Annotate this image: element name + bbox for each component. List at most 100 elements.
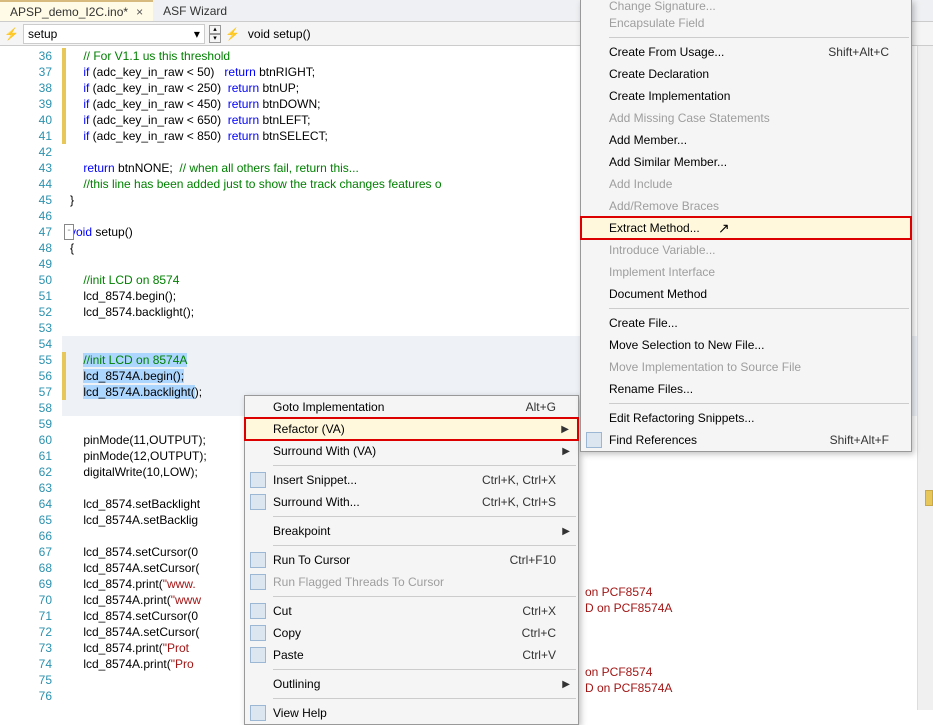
line-number: 74 xyxy=(0,656,52,672)
menu-shortcut: Ctrl+K, Ctrl+S xyxy=(452,495,556,509)
cut-icon xyxy=(250,603,266,619)
menu-item-introduce-variable: Introduce Variable... xyxy=(581,239,911,261)
line-number: 66 xyxy=(0,528,52,544)
line-number: 49 xyxy=(0,256,52,272)
menu-item-rename-files[interactable]: Rename Files... xyxy=(581,378,911,400)
menu-shortcut: Ctrl+V xyxy=(492,648,556,662)
line-number: 58 xyxy=(0,400,52,416)
menu-separator xyxy=(273,545,576,546)
menu-item-move-selection-to-new-file[interactable]: Move Selection to New File... xyxy=(581,334,911,356)
menu-shortcut: Ctrl+C xyxy=(492,626,556,640)
change-marker xyxy=(62,48,66,64)
menu-item-label: Run To Cursor xyxy=(273,553,350,567)
menu-item-insert-snippet[interactable]: Insert Snippet...Ctrl+K, Ctrl+X xyxy=(245,469,578,491)
menu-separator xyxy=(273,516,576,517)
line-number: 70 xyxy=(0,592,52,608)
line-number: 51 xyxy=(0,288,52,304)
line-number: 45 xyxy=(0,192,52,208)
menu-item-label: Surround With... xyxy=(273,495,360,509)
menu-item-add-similar-member[interactable]: Add Similar Member... xyxy=(581,151,911,173)
find-ref-icon xyxy=(586,432,602,448)
copy-icon xyxy=(250,625,266,641)
menu-item-extract-method[interactable]: Extract Method...↖ xyxy=(581,217,911,239)
change-marker xyxy=(62,64,66,80)
menu-item-label: Refactor (VA) xyxy=(273,422,345,436)
menu-separator xyxy=(273,669,576,670)
line-number: 57 xyxy=(0,384,52,400)
change-marker xyxy=(62,352,66,368)
menu-item-refactor-va[interactable]: Refactor (VA) ▶ xyxy=(245,418,578,440)
line-number: 39 xyxy=(0,96,52,112)
close-icon[interactable]: × xyxy=(136,5,143,19)
scope-icon: ⚡ xyxy=(4,27,19,41)
menu-item-create-from-usage[interactable]: Create From Usage...Shift+Alt+C xyxy=(581,41,911,63)
snippet-icon xyxy=(250,472,266,488)
menu-item-label: Edit Refactoring Snippets... xyxy=(609,411,754,425)
menu-item-outlining[interactable]: Outlining▶ xyxy=(245,673,578,695)
change-marker xyxy=(62,80,66,96)
submenu-arrow-icon: ▶ xyxy=(561,424,569,435)
menu-item-label: Find References xyxy=(609,433,697,447)
menu-item-create-file[interactable]: Create File... xyxy=(581,312,911,334)
menu-item-paste[interactable]: Paste Ctrl+V xyxy=(245,644,578,666)
menu-item-find-references[interactable]: Find ReferencesShift+Alt+F xyxy=(581,429,911,451)
tab-asf-wizard[interactable]: ASF Wizard xyxy=(153,0,237,21)
scope-dropdown[interactable]: setup ▾ xyxy=(23,24,205,44)
menu-item-label: Create From Usage... xyxy=(609,45,724,59)
line-number: 59 xyxy=(0,416,52,432)
tab-file-active[interactable]: APSP_demo_I2C.ino* × xyxy=(0,0,153,21)
scope-label: setup xyxy=(28,27,57,41)
menu-item-cut[interactable]: CutCtrl+X xyxy=(245,600,578,622)
menu-shortcut: Ctrl+F10 xyxy=(480,553,556,567)
menu-item-run-flagged-threads-to-cursor: Run Flagged Threads To Cursor xyxy=(245,571,578,593)
paste-icon xyxy=(250,647,266,663)
menu-item-add-remove-braces: Add/Remove Braces xyxy=(581,195,911,217)
menu-item-label: Paste xyxy=(273,648,304,662)
menu-item-label: View Help xyxy=(273,706,327,720)
nav-spinner[interactable]: ▴▾ xyxy=(209,25,221,43)
menu-item-surround-with[interactable]: Surround With... Ctrl+K, Ctrl+S xyxy=(245,491,578,513)
line-number: 44 xyxy=(0,176,52,192)
line-number: 43 xyxy=(0,160,52,176)
menu-item-edit-refactoring-snippets[interactable]: Edit Refactoring Snippets... xyxy=(581,407,911,429)
context-menu: Goto ImplementationAlt+G Refactor (VA) ▶ Su… xyxy=(244,395,579,725)
line-number: 42 xyxy=(0,144,52,160)
line-number: 65 xyxy=(0,512,52,528)
chevron-down-icon: ▾ xyxy=(194,27,200,41)
line-gutter: 3637383940414243444546474849505152535455… xyxy=(0,46,62,710)
outline-toggle[interactable]: - xyxy=(64,224,74,240)
menu-item-label: Goto Implementation xyxy=(273,400,384,414)
menu-separator xyxy=(273,698,576,699)
menu-item-label: Add/Remove Braces xyxy=(609,199,719,213)
change-marker xyxy=(62,96,66,112)
menu-item-create-declaration[interactable]: Create Declaration xyxy=(581,63,911,85)
menu-separator xyxy=(609,308,909,309)
menu-item-document-method[interactable]: Document Method xyxy=(581,283,911,305)
menu-item-label: Run Flagged Threads To Cursor xyxy=(273,575,444,589)
tab-label: APSP_demo_I2C.ino* xyxy=(10,5,128,19)
menu-item-change-signature: Change Signature... xyxy=(581,0,911,12)
menu-item-label: Document Method xyxy=(609,287,707,301)
menu-item-run-to-cursor[interactable]: Run To Cursor Ctrl+F10 xyxy=(245,549,578,571)
change-marker xyxy=(62,368,66,384)
line-number: 46 xyxy=(0,208,52,224)
line-number: 56 xyxy=(0,368,52,384)
menu-item-goto-implementation[interactable]: Goto ImplementationAlt+G xyxy=(245,396,578,418)
vertical-scrollbar[interactable] xyxy=(917,46,933,710)
menu-shortcut: Ctrl+K, Ctrl+X xyxy=(452,473,556,487)
menu-item-breakpoint[interactable]: Breakpoint▶ xyxy=(245,520,578,542)
run-cursor-icon xyxy=(250,552,266,568)
line-number: 50 xyxy=(0,272,52,288)
menu-item-create-implementation[interactable]: Create Implementation xyxy=(581,85,911,107)
menu-item-label: Create Implementation xyxy=(609,89,730,103)
menu-item-label: Create File... xyxy=(609,316,678,330)
menu-item-view-help[interactable]: View Help xyxy=(245,702,578,724)
menu-separator xyxy=(609,37,909,38)
line-number: 48 xyxy=(0,240,52,256)
change-marker xyxy=(62,112,66,128)
menu-item-label: Move Selection to New File... xyxy=(609,338,764,352)
menu-item-surround-with-va[interactable]: Surround With (VA)▶ xyxy=(245,440,578,462)
menu-item-add-member[interactable]: Add Member... xyxy=(581,129,911,151)
menu-item-label: Add Include xyxy=(609,177,672,191)
menu-item-copy[interactable]: CopyCtrl+C xyxy=(245,622,578,644)
